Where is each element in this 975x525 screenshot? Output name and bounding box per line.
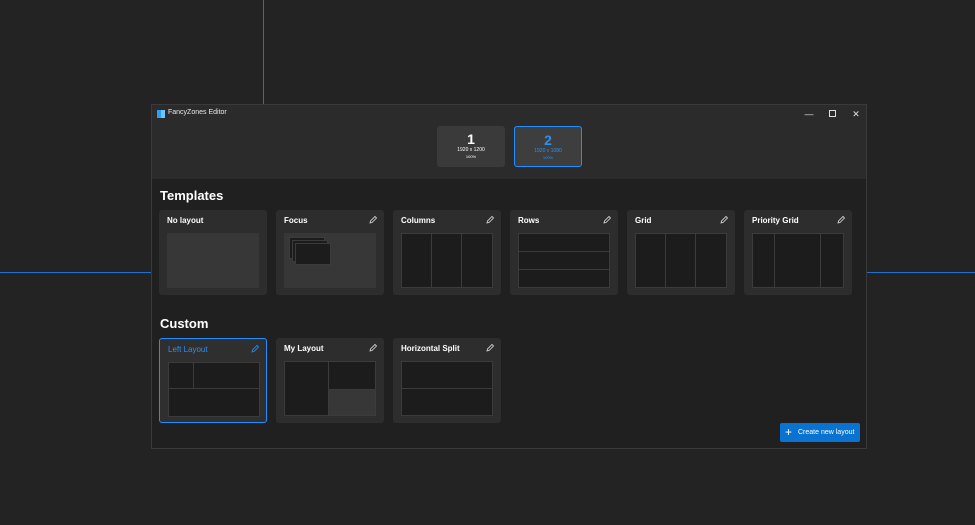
zone [635, 233, 666, 288]
card-label: Columns [401, 216, 436, 225]
zone [401, 388, 493, 416]
monitor-number: 1 [467, 131, 475, 147]
template-focus[interactable]: Focus [276, 210, 384, 295]
template-no-layout[interactable]: No layout [159, 210, 267, 295]
custom-left-layout[interactable]: Left Layout [159, 338, 267, 423]
zone [518, 251, 610, 270]
zone [695, 233, 727, 288]
layout-preview [635, 233, 727, 288]
card-label: No layout [167, 216, 204, 225]
edit-icon[interactable] [602, 215, 612, 225]
zone [193, 362, 260, 389]
card-label: Grid [635, 216, 652, 225]
edit-icon[interactable] [368, 343, 378, 353]
monitor-scale: 100% [542, 155, 554, 160]
zone [168, 388, 260, 417]
monitor-scale: 100% [465, 154, 477, 159]
zone [665, 233, 696, 288]
create-button-label: Create new layout [798, 429, 855, 436]
create-new-layout-button[interactable]: + Create new layout [780, 423, 860, 442]
monitor-2[interactable]: 2 1920 x 1080 100% [514, 126, 582, 167]
layout-preview [518, 233, 610, 288]
zone [774, 233, 821, 288]
zone [328, 389, 376, 416]
plus-icon: + [785, 425, 793, 439]
edit-icon[interactable] [485, 215, 495, 225]
title-bar[interactable]: FancyZones Editor — ✕ [152, 105, 866, 123]
zone [518, 269, 610, 288]
zone-guide-horizontal-right [867, 272, 975, 273]
zone [461, 233, 493, 288]
layout-preview [401, 233, 493, 288]
zone [168, 362, 194, 389]
custom-horizontal-split[interactable]: Horizontal Split [393, 338, 501, 423]
layout-preview [284, 233, 376, 288]
zone [431, 233, 462, 288]
zone [752, 233, 775, 288]
layout-preview [752, 233, 844, 288]
card-label: Horizontal Split [401, 344, 460, 353]
template-priority-grid[interactable]: Priority Grid [744, 210, 852, 295]
zone [401, 361, 493, 389]
template-rows[interactable]: Rows [510, 210, 618, 295]
layout-preview [401, 361, 493, 416]
minimize-button[interactable]: — [802, 108, 816, 120]
zone [820, 233, 844, 288]
custom-my-layout[interactable]: My Layout [276, 338, 384, 423]
maximize-button[interactable] [825, 108, 839, 120]
card-label: Left Layout [168, 345, 208, 354]
close-button[interactable]: ✕ [849, 108, 863, 120]
monitor-resolution: 1920 x 1080 [534, 148, 562, 154]
layout-preview [167, 233, 259, 288]
custom-heading: Custom [160, 316, 209, 331]
monitor-number: 2 [544, 132, 552, 148]
edit-icon[interactable] [836, 215, 846, 225]
layout-preview [284, 361, 376, 416]
card-label: Rows [518, 216, 540, 225]
template-grid[interactable]: Grid [627, 210, 735, 295]
zone [328, 361, 376, 390]
fancyzones-editor-window: FancyZones Editor — ✕ 1 1920 x 1200 100%… [151, 104, 867, 449]
zone-guide-vertical [263, 0, 264, 104]
zone-guide-horizontal-left [0, 272, 151, 273]
edit-icon[interactable] [485, 343, 495, 353]
edit-icon[interactable] [368, 215, 378, 225]
monitor-resolution: 1920 x 1200 [457, 147, 485, 153]
zone [295, 243, 331, 265]
template-columns[interactable]: Columns [393, 210, 501, 295]
window-title: FancyZones Editor [168, 109, 227, 116]
monitor-1[interactable]: 1 1920 x 1200 100% [437, 126, 505, 167]
zone [401, 233, 432, 288]
zone [518, 233, 610, 252]
layout-preview [168, 362, 260, 417]
edit-icon[interactable] [250, 344, 260, 354]
card-label: My Layout [284, 344, 324, 353]
templates-heading: Templates [160, 188, 224, 203]
card-label: Priority Grid [752, 216, 799, 225]
maximize-icon [828, 110, 836, 117]
zone [284, 361, 329, 416]
fancyzones-app-icon [157, 110, 165, 118]
edit-icon[interactable] [719, 215, 729, 225]
card-label: Focus [284, 216, 308, 225]
monitor-selector: 1 1920 x 1200 100% 2 1920 x 1080 100% [152, 123, 866, 179]
